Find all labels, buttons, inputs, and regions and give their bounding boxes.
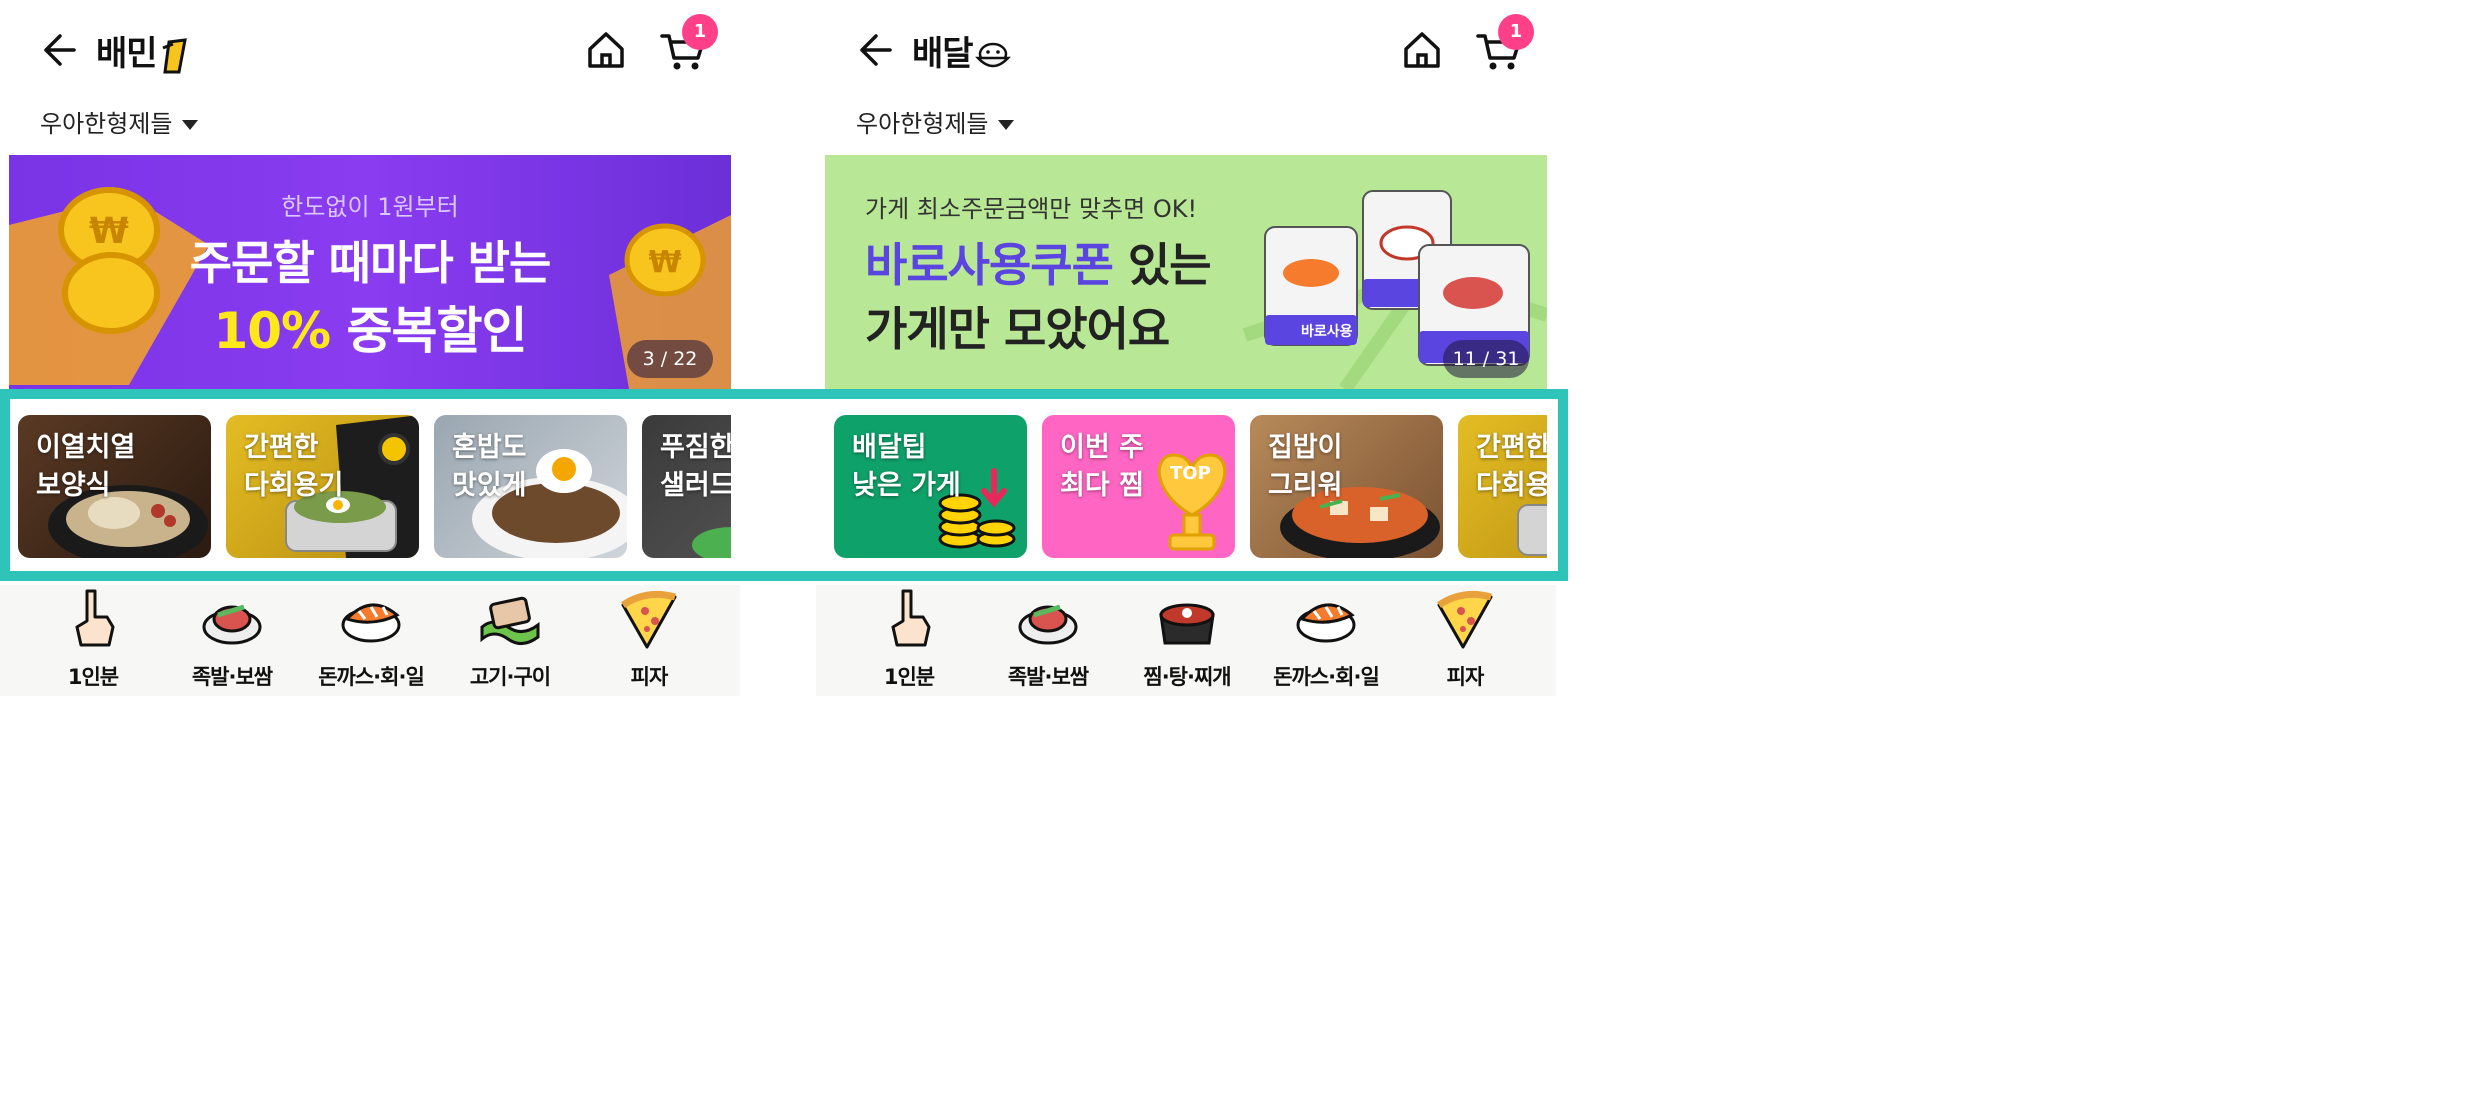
- hand-pointing-icon: [75, 589, 115, 647]
- caret-down-icon: [182, 120, 199, 130]
- card-label: 이번 주 최다 찜: [1060, 432, 1144, 501]
- category-label: 고기·구이: [469, 665, 551, 689]
- category-1inbun[interactable]: 1인분: [33, 585, 153, 696]
- address-selector[interactable]: 우아한형제들: [40, 104, 199, 139]
- card-label: 집밥이 그리워: [1268, 432, 1343, 501]
- sushi-icon: [1296, 603, 1356, 643]
- theme-cards-right: 배달팁 낮은 가게 TOP 이번 주 최다 찜 집밥이 그리워 간편한 다회용기: [825, 415, 1547, 559]
- category-1inbun[interactable]: 1인분: [849, 585, 969, 696]
- card-label: 혼밥도 맛있게: [452, 432, 527, 501]
- meat-icon: [480, 596, 540, 645]
- right-screen: 배달 1 우아한형제들 가게 최소주문금액만 맞추면 OK! 바로사용쿠폰 있는…: [816, 0, 1556, 696]
- category-label: 1인분: [67, 665, 119, 689]
- category-row: 1인분 족발·보쌈 찜·탕·찌개 돈까스·회·일식 피자: [816, 585, 1556, 696]
- banner-title: 바로사용쿠폰 있는: [865, 229, 1212, 295]
- banner-subtitle: 가게 최소주문금액만 맞추면 OK!: [865, 195, 1198, 223]
- card-most-favorited[interactable]: TOP 이번 주 최다 찜: [1042, 415, 1235, 558]
- category-label: 돈까스·회·일식: [1273, 665, 1380, 696]
- category-label: 찜·탕·찌개: [1143, 665, 1231, 689]
- home-icon[interactable]: [584, 28, 628, 72]
- logo-one-icon: [162, 37, 187, 73]
- jokbal-icon: [1018, 604, 1078, 645]
- category-sushi[interactable]: 돈까스·회·일식: [1266, 585, 1386, 696]
- category-label: 족발·보쌈: [1007, 665, 1089, 689]
- category-jokbal[interactable]: 족발·보쌈: [988, 585, 1108, 696]
- category-row: 1인분 족발·보쌈 돈까스·회·일식 고기·구이 피자: [0, 585, 740, 696]
- card-reusable-container[interactable]: 간편한 다회용기: [1458, 415, 1547, 558]
- card-homemade[interactable]: 집밥이 그리워: [1250, 415, 1443, 558]
- category-label: 1인분: [883, 665, 935, 689]
- category-pizza[interactable]: 피자: [589, 585, 709, 696]
- card-label: 푸짐한 샐러드: [660, 432, 731, 501]
- category-label: 피자: [1446, 665, 1485, 689]
- hand-pointing-icon: [891, 589, 931, 647]
- home-icon[interactable]: [1400, 28, 1444, 72]
- top-badge-text: TOP: [1170, 463, 1211, 484]
- back-arrow-icon[interactable]: [38, 30, 78, 70]
- category-sushi[interactable]: 돈까스·회·일식: [311, 585, 431, 696]
- banner-title-line2: 가게만 모았어요: [865, 302, 1170, 356]
- card-boyangsik[interactable]: 이열치열 보양식: [18, 415, 211, 558]
- bag-label: 바로사용: [1301, 324, 1353, 340]
- banner-page-counter: 11 / 31: [1443, 340, 1529, 378]
- coupon-highlight: 바로사용쿠폰: [865, 238, 1114, 292]
- cart-count-badge: 1: [682, 14, 718, 50]
- category-pizza[interactable]: 피자: [1405, 585, 1525, 696]
- app-logo: 배민: [96, 26, 193, 76]
- banner-page-counter: 3 / 22: [627, 340, 713, 378]
- jokbal-icon: [202, 604, 262, 645]
- address-selector[interactable]: 우아한형제들: [856, 104, 1015, 139]
- card-label: 간편한 다회용기: [1476, 432, 1547, 501]
- logo-text: 배달: [912, 34, 974, 74]
- banner-discount: 10% 중복할인: [9, 291, 731, 363]
- card-reusable-container[interactable]: 간편한 다회용기: [226, 415, 419, 558]
- discount-percent: 10%: [213, 302, 331, 360]
- cart-count-badge: 1: [1498, 14, 1534, 50]
- theme-cards-left: 이열치열 보양식 간편한 다회용기 혼밥도 맛있게 푸짐한 샐러드: [9, 415, 731, 559]
- sushi-icon: [341, 603, 401, 643]
- rice-bowl-icon: [974, 42, 1011, 67]
- category-label: 피자: [630, 665, 669, 689]
- left-screen: 배민 1 우아한형제들 ₩ ₩ 한도없이 1원부터 주문할 때마다 받는 10%…: [0, 0, 740, 696]
- pizza-icon: [1437, 590, 1493, 649]
- category-jokbal[interactable]: 족발·보쌈: [172, 585, 292, 696]
- discount-text: 중복할인: [330, 302, 528, 360]
- stew-pot-icon: [1159, 603, 1215, 645]
- address-label: 우아한형제들: [40, 110, 173, 138]
- category-meat[interactable]: 고기·구이: [450, 585, 570, 696]
- logo-text: 배민: [96, 34, 158, 74]
- address-label: 우아한형제들: [856, 110, 989, 138]
- category-stew[interactable]: 찜·탕·찌개: [1127, 585, 1247, 696]
- card-label: 이열치열 보양식: [36, 432, 136, 501]
- promo-banner[interactable]: ₩ ₩ 한도없이 1원부터 주문할 때마다 받는 10% 중복할인 3 / 22: [9, 155, 731, 389]
- banner-title: 주문할 때마다 받는: [189, 236, 552, 290]
- card-label: 간편한 다회용기: [244, 432, 344, 501]
- card-salad[interactable]: 푸짐한 샐러드: [642, 415, 731, 558]
- caret-down-icon: [998, 120, 1015, 130]
- back-arrow-icon[interactable]: [854, 30, 894, 70]
- category-label: 족발·보쌈: [191, 665, 273, 689]
- app-logo: 배달: [912, 26, 1011, 75]
- card-honbap[interactable]: 혼밥도 맛있게: [434, 415, 627, 558]
- category-label: 돈까스·회·일식: [318, 665, 425, 696]
- banner-title-rest: 있는: [1112, 238, 1212, 292]
- banner-subtitle: 한도없이 1원부터: [281, 193, 459, 221]
- card-label: 배달팁 낮은 가게: [852, 432, 961, 501]
- promo-banner[interactable]: 가게 최소주문금액만 맞추면 OK! 바로사용쿠폰 있는 가게만 모았어요 바로…: [825, 155, 1547, 389]
- card-low-delivery-tip[interactable]: 배달팁 낮은 가게: [834, 415, 1027, 558]
- pizza-icon: [621, 590, 677, 649]
